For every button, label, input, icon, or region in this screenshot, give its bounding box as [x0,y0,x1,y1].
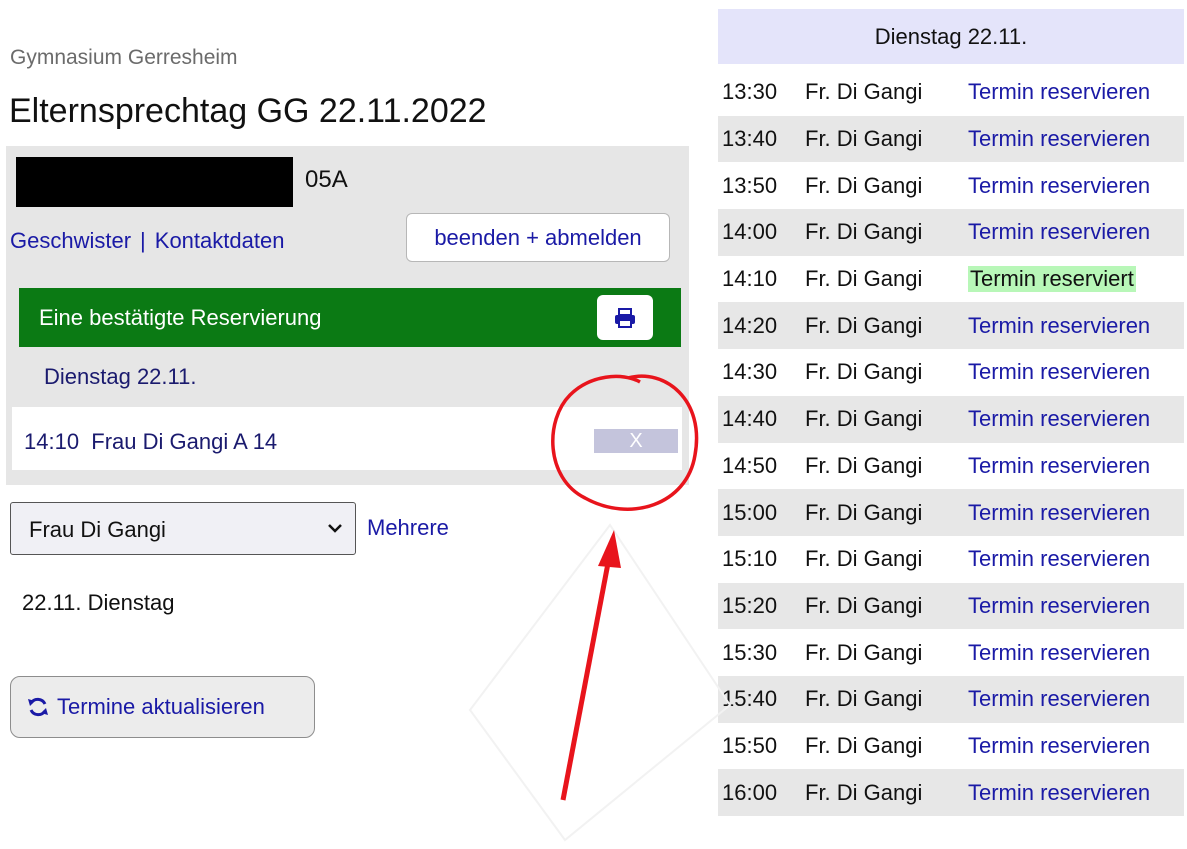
red-annotation-arrow-shaft [560,557,612,801]
annotation-overlay [468,374,732,842]
red-annotation-circle [551,374,699,511]
faint-diamond-watermark [468,523,732,842]
